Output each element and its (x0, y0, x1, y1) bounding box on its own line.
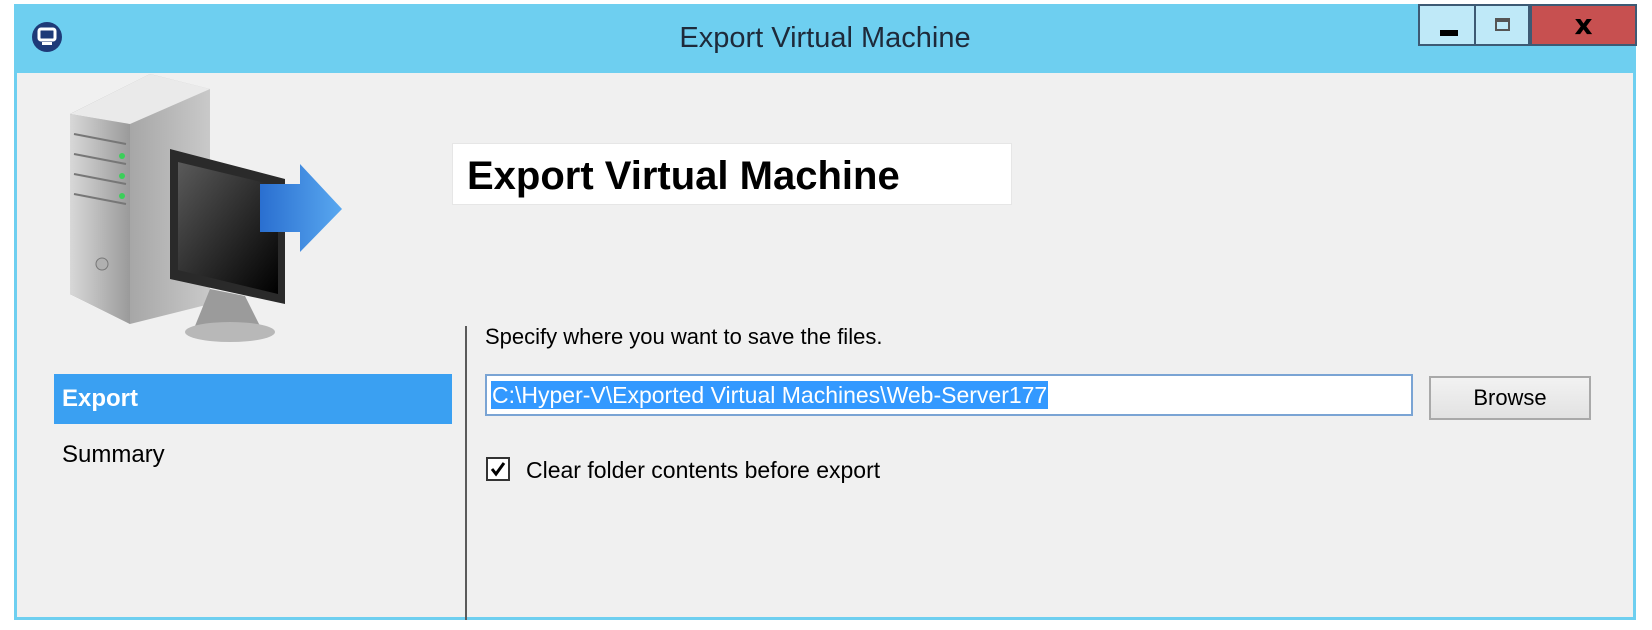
close-icon: x (1574, 8, 1593, 41)
export-path-input[interactable]: C:\Hyper-V\Exported Virtual Machines\Web… (485, 374, 1413, 416)
checkmark-icon (490, 462, 506, 477)
panel-divider (465, 326, 467, 620)
server-export-illustration (70, 74, 342, 342)
export-path-value: C:\Hyper-V\Exported Virtual Machines\Web… (491, 381, 1049, 409)
wizard-heading-box: Export Virtual Machine (452, 143, 1012, 205)
wizard-heading: Export Virtual Machine (467, 154, 900, 198)
browse-button[interactable]: Browse (1429, 376, 1591, 420)
minimize-icon (1440, 30, 1458, 36)
nav-item-summary[interactable]: Summary (54, 430, 452, 480)
minimize-button[interactable] (1418, 4, 1475, 46)
maximize-icon (1495, 18, 1510, 31)
clear-folder-label[interactable]: Clear folder contents before export (526, 457, 880, 484)
title-bar[interactable]: Export Virtual Machine x (14, 4, 1637, 73)
maximize-button[interactable] (1475, 4, 1530, 46)
nav-item-export[interactable]: Export (54, 374, 452, 424)
save-location-instruction: Specify where you want to save the files… (485, 324, 883, 349)
clear-folder-checkbox[interactable] (486, 457, 510, 481)
close-button[interactable]: x (1530, 4, 1637, 46)
window-title: Export Virtual Machine (679, 22, 971, 54)
